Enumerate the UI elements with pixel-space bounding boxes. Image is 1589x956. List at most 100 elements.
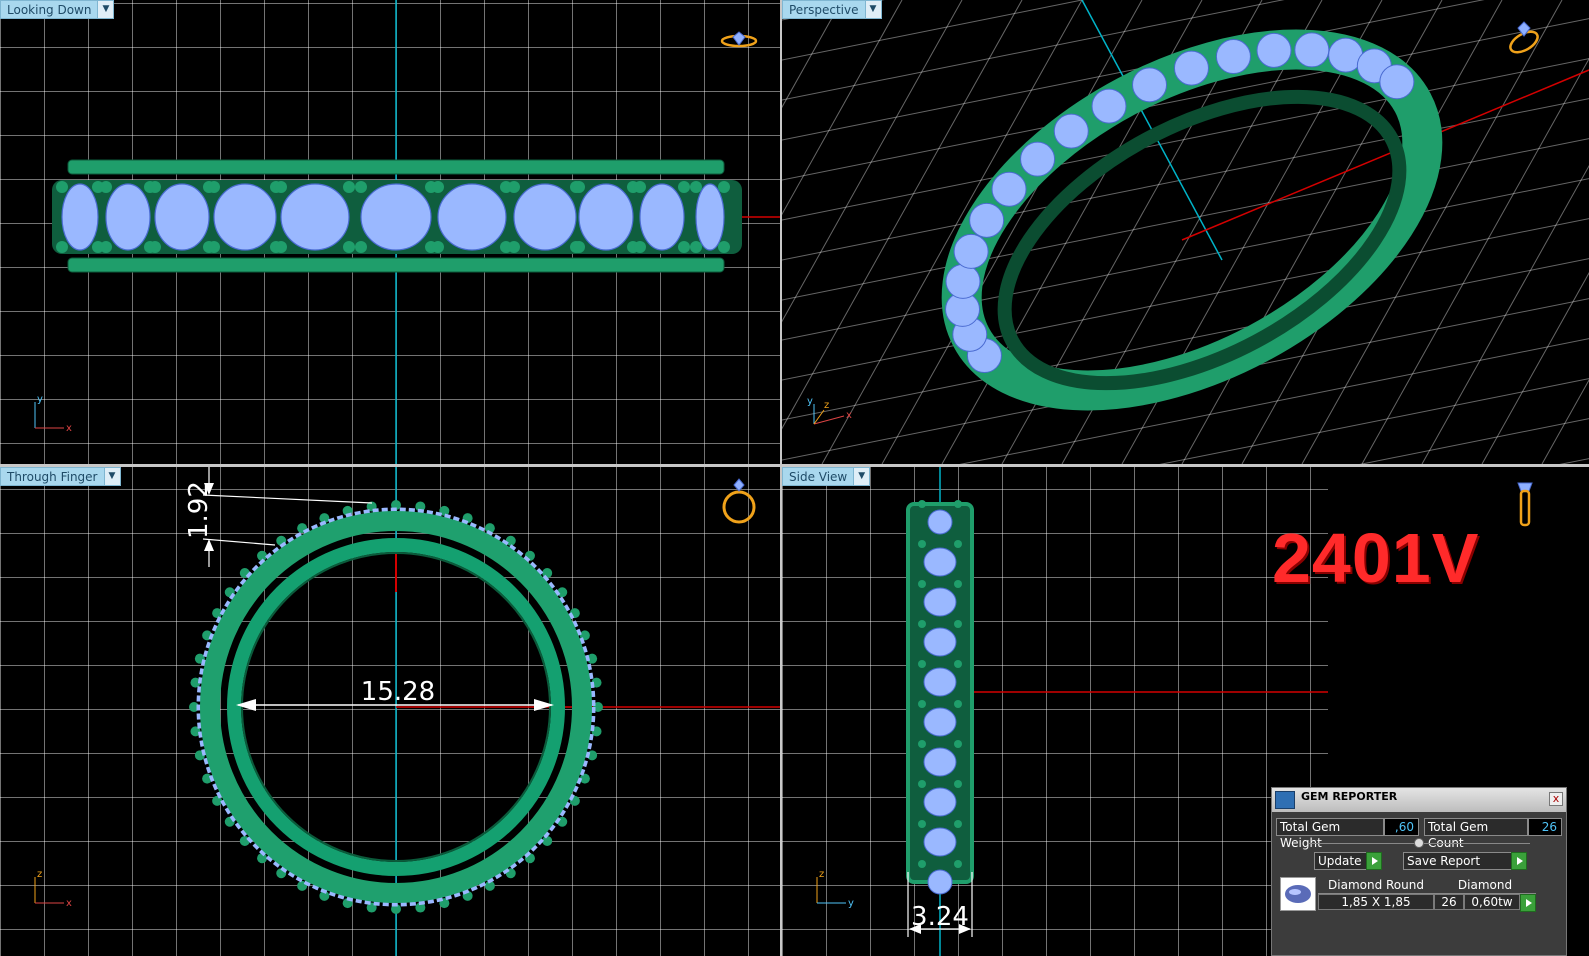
ring-view-icon[interactable] xyxy=(718,28,760,54)
top-view-canvas xyxy=(52,0,780,464)
slider-handle[interactable] xyxy=(1414,838,1424,848)
prong xyxy=(56,241,68,253)
prong xyxy=(954,500,962,508)
prong xyxy=(954,660,962,668)
gem-stone xyxy=(927,869,953,895)
viewport-perspective[interactable]: Perspective ▼ y z x xyxy=(782,0,1589,464)
total-gem-weight-label: Total Gem Weight xyxy=(1276,818,1384,850)
band-rail-bottom xyxy=(67,257,725,273)
ring-view-icon[interactable] xyxy=(1510,475,1540,531)
dimension-inner-diameter-text: 15.28 xyxy=(361,677,435,707)
axis-gizmo-icon: z x xyxy=(34,869,72,909)
save-report-button-label: Save Report xyxy=(1407,854,1481,868)
ring-view-icon[interactable] xyxy=(718,475,760,527)
dimension-inner-diameter: 15.28 xyxy=(236,677,554,711)
axis-label-z: z xyxy=(37,869,42,880)
perspective-canvas xyxy=(782,0,1589,464)
go-arrow-icon xyxy=(1511,852,1527,870)
gem-weight: 0,60tw xyxy=(1464,894,1520,910)
prong xyxy=(634,181,646,193)
prong xyxy=(954,700,962,708)
prong xyxy=(918,580,926,588)
prong xyxy=(918,820,926,828)
prong xyxy=(954,580,962,588)
axis-gizmo-icon: y z x xyxy=(807,396,852,425)
viewport-label-through-finger[interactable]: Through Finger ▼ xyxy=(0,467,121,486)
total-gem-weight-value: ,60 xyxy=(1384,818,1419,836)
prong xyxy=(954,820,962,828)
dropdown-arrow-icon[interactable]: ▼ xyxy=(853,468,870,485)
gem-stone xyxy=(437,183,507,251)
gem-stone xyxy=(1379,64,1415,100)
viewport-label-perspective[interactable]: Perspective ▼ xyxy=(782,0,882,19)
total-gem-count-label: Total Gem Count xyxy=(1424,818,1528,850)
prong xyxy=(678,241,690,253)
prong xyxy=(678,181,690,193)
prong xyxy=(355,181,367,193)
prong xyxy=(918,860,926,868)
save-report-button[interactable]: Save Report xyxy=(1403,852,1527,870)
update-button[interactable]: Update xyxy=(1314,852,1382,870)
prong xyxy=(208,241,220,253)
viewport-looking-down[interactable]: Looking Down ▼ y x xyxy=(0,0,780,464)
prong xyxy=(208,181,220,193)
gem-stone xyxy=(923,787,957,817)
gem-stone xyxy=(923,707,957,737)
gem-stone xyxy=(969,202,1005,238)
dropdown-arrow-icon[interactable]: ▼ xyxy=(103,468,120,485)
gem-stone xyxy=(578,183,634,251)
dimension-band-width-text: 3.24 xyxy=(911,902,969,932)
axis-label-y: y xyxy=(37,394,43,405)
prong xyxy=(100,181,112,193)
gem-stone xyxy=(1020,141,1056,177)
viewport-through-finger[interactable]: 15.28 1.92 Through Finger ▼ z x xyxy=(0,467,780,956)
diamond-round-icon xyxy=(1285,885,1311,903)
prong xyxy=(432,181,444,193)
gem-stone xyxy=(991,171,1027,207)
axis-label-x: x xyxy=(66,898,72,909)
gem-stone xyxy=(61,183,99,251)
viewport-label-side-view[interactable]: Side View ▼ xyxy=(782,467,871,486)
gem-shape: Diamond Round xyxy=(1318,878,1434,894)
axis-label-z: z xyxy=(824,400,829,411)
prong xyxy=(149,181,161,193)
gem-row-go-button[interactable] xyxy=(1520,894,1536,912)
close-icon[interactable]: x xyxy=(1549,792,1563,806)
viewport-label-looking-down[interactable]: Looking Down ▼ xyxy=(0,0,115,19)
dropdown-arrow-icon[interactable]: ▼ xyxy=(97,1,114,18)
axis-label-z: z xyxy=(819,869,824,880)
gem-stone xyxy=(513,183,577,251)
gem-stone xyxy=(1053,113,1089,149)
gem-stone xyxy=(639,183,685,251)
prong xyxy=(432,241,444,253)
prong xyxy=(690,181,702,193)
gem-stone xyxy=(1173,50,1209,86)
prong xyxy=(918,500,926,508)
prong xyxy=(918,540,926,548)
gem-stone xyxy=(923,587,957,617)
prong xyxy=(954,780,962,788)
axis-label-y: y xyxy=(807,396,813,407)
prong xyxy=(149,241,161,253)
gem-stone xyxy=(923,667,957,697)
prong xyxy=(918,620,926,628)
gem-stone xyxy=(1091,88,1127,124)
model-code: 2401V xyxy=(1272,519,1480,597)
gem-reporter-title-bar[interactable]: GEM REPORTER x xyxy=(1272,788,1566,812)
gem-stone xyxy=(923,547,957,577)
prong xyxy=(100,241,112,253)
axis-gizmo-icon: z y xyxy=(816,869,854,909)
gem-stone xyxy=(695,183,725,251)
front-view-canvas: 15.28 1.92 xyxy=(184,467,780,956)
gem-thumbnail xyxy=(1280,877,1316,911)
gem-stone xyxy=(280,183,350,251)
gem-stone xyxy=(923,827,957,857)
gem-stone xyxy=(923,627,957,657)
prong xyxy=(918,740,926,748)
prong xyxy=(573,241,585,253)
viewport-label-text: Through Finger xyxy=(7,470,98,484)
gem-stone xyxy=(154,183,210,251)
dropdown-arrow-icon[interactable]: ▼ xyxy=(864,1,881,18)
dimension-gem-height-text: 1.92 xyxy=(184,481,214,539)
ring-view-icon[interactable] xyxy=(1504,18,1546,58)
